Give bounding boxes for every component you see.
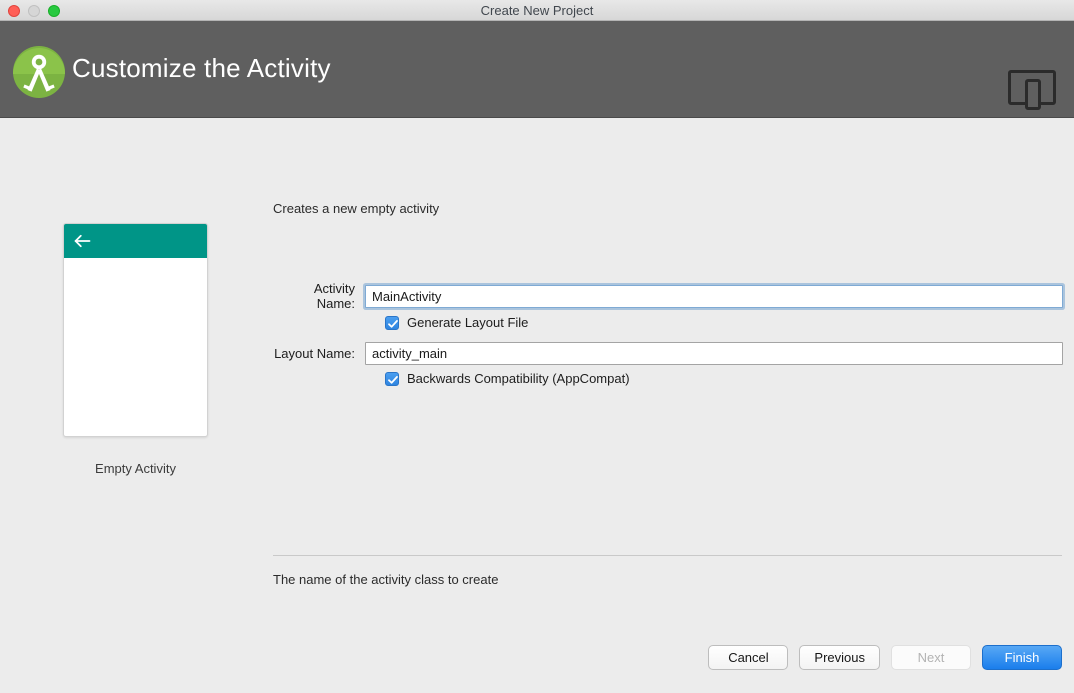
button-bar: Cancel Previous Next Finish <box>708 645 1062 670</box>
layout-name-input[interactable] <box>365 341 1063 365</box>
tablet-phone-device-icon <box>1008 70 1056 110</box>
backwards-compatibility-checkbox[interactable] <box>385 371 399 386</box>
hint-text: The name of the activity class to create <box>273 572 499 587</box>
create-new-project-dialog: Create New Project Customize the Activit… <box>0 0 1074 693</box>
form-description: Creates a new empty activity <box>273 201 440 216</box>
dialog-body: Empty Activity Creates a new empty activ… <box>0 118 1074 693</box>
preview-appbar <box>64 224 207 258</box>
generate-layout-checkbox[interactable] <box>385 315 399 330</box>
preview-label: Empty Activity <box>95 461 176 476</box>
cancel-button[interactable]: Cancel <box>708 645 789 670</box>
check-icon <box>388 319 398 328</box>
activity-name-input[interactable] <box>365 284 1063 308</box>
activity-name-row: Activity Name: <box>273 281 1063 311</box>
generate-layout-label: Generate Layout File <box>407 315 529 330</box>
backwards-compatibility-label: Backwards Compatibility (AppCompat) <box>407 371 630 386</box>
previous-button[interactable]: Previous <box>799 645 880 670</box>
layout-name-label: Layout Name: <box>274 345 355 361</box>
arrow-left-icon <box>74 234 91 248</box>
dialog-header: Customize the Activity <box>0 21 1074 118</box>
check-icon <box>388 375 398 384</box>
layout-name-row: Layout Name: <box>273 341 1063 365</box>
hint-separator <box>273 555 1062 556</box>
window-title: Create New Project <box>480 3 594 18</box>
activity-preview[interactable]: Empty Activity <box>63 223 208 476</box>
preview-card[interactable] <box>63 223 208 437</box>
android-studio-logo-icon <box>13 46 65 98</box>
finish-button[interactable]: Finish <box>982 645 1062 670</box>
next-button: Next <box>891 645 971 670</box>
dialog-footer: Cancel Previous Next Finish <box>0 637 1074 693</box>
backwards-compatibility-row[interactable]: Backwards Compatibility (AppCompat) <box>385 371 630 386</box>
activity-name-label: Activity Name: <box>313 281 355 311</box>
page-title: Customize the Activity <box>72 53 331 83</box>
generate-layout-row[interactable]: Generate Layout File <box>385 315 528 330</box>
window-titlebar: Create New Project <box>0 0 1074 21</box>
